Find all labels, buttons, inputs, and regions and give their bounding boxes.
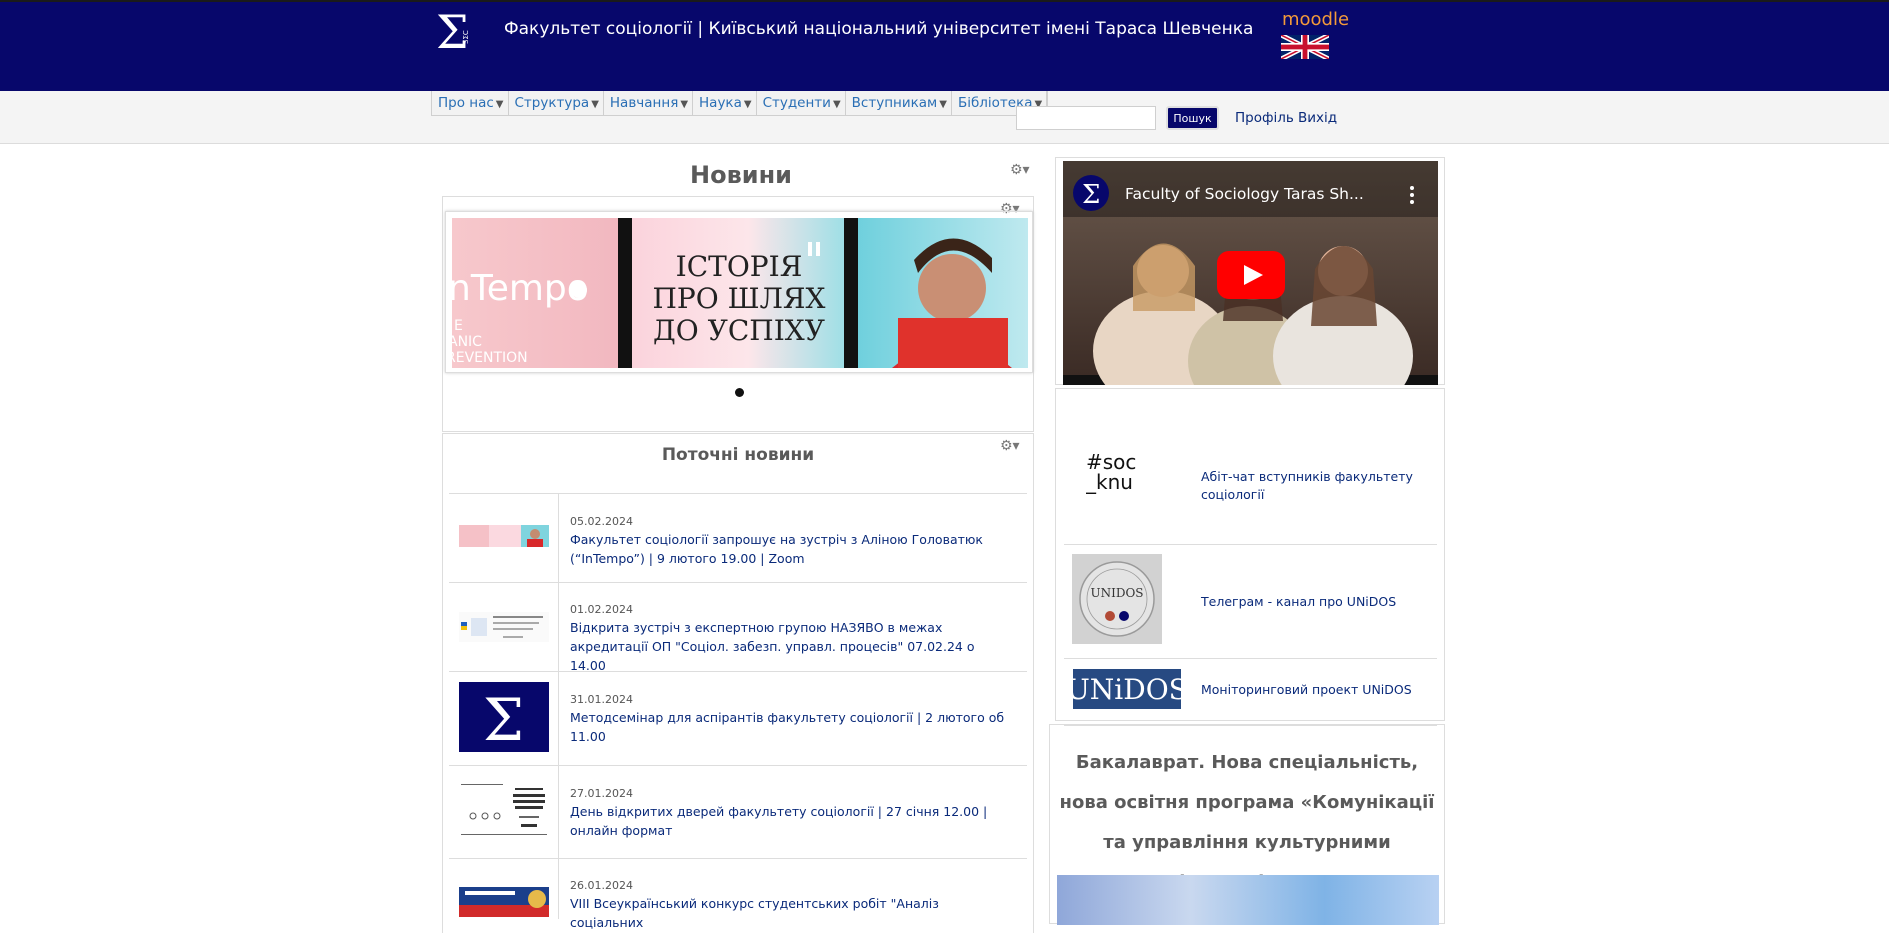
caret-down-icon: ▼ <box>832 99 841 110</box>
channel-avatar-icon[interactable]: Σ <box>1073 175 1109 211</box>
menu-label: Навчання <box>609 95 679 111</box>
current-news-title: Поточні новини <box>661 445 815 465</box>
svg-text:UNIDOS: UNIDOS <box>1090 586 1143 600</box>
caret-down-icon: ▼ <box>680 99 689 110</box>
current-news-block: ⚙▾ Поточні новини 05.02.2024 Факультет с… <box>442 433 1034 933</box>
thumb-cell: Σ <box>449 672 559 765</box>
svg-text:UNiDOS: UNiDOS <box>1073 673 1181 706</box>
program-block: Бакалаврат. Нова спеціальність, нова осв… <box>1049 724 1445 925</box>
svg-text:nTempo: nTempo <box>452 268 589 309</box>
menu-item-structure[interactable]: Структура ▼ <box>509 91 604 115</box>
news-thumbnail[interactable]: Σ <box>459 682 549 752</box>
slider-frame: nTempo E ANIC REVENTION ІСТОРІЯ ПРО ШЛЯХ… <box>445 211 1033 373</box>
menu-item-about[interactable]: Про нас ▼ <box>432 91 509 115</box>
unidos-project-logo[interactable]: UNiDOS <box>1073 669 1181 709</box>
svg-text:Σ: Σ <box>483 686 524 752</box>
soc-knu-logo[interactable]: #soc _knu <box>1086 451 1156 495</box>
caret-down-icon: ▼ <box>591 99 599 110</box>
main-menu: Про нас ▼ Структура ▼ Навчання ▼ Наука ▼ Сту… <box>431 91 1049 116</box>
news-heading: Новини <box>690 161 792 189</box>
menu-item-applicants[interactable]: Вступникам ▼ <box>846 91 952 115</box>
news-thumbnail[interactable] <box>459 782 549 840</box>
program-image[interactable] <box>1057 875 1439 925</box>
logout-link[interactable]: Вихід <box>1298 110 1337 126</box>
slide-image[interactable]: nTempo E ANIC REVENTION ІСТОРІЯ ПРО ШЛЯХ… <box>452 218 1028 368</box>
list-item: 01.02.2024 Відкрита зустріч з експертною… <box>449 583 1027 675</box>
list-item: #soc _knu Абіт-чат вступників факультету… <box>1064 411 1437 545</box>
faculty-logo-icon[interactable]: Σ SΣC <box>434 8 476 54</box>
caret-down-icon: ▼ <box>939 99 947 110</box>
news-thumbnail[interactable] <box>459 525 549 547</box>
news-date: 01.02.2024 <box>570 603 633 616</box>
search-button[interactable]: Пошук <box>1166 106 1219 130</box>
news-link[interactable]: Відкрита зустріч з експертною групою НАЗ… <box>570 618 1009 675</box>
svg-text:ANIC: ANIC <box>452 334 482 350</box>
list-item: 27.01.2024 День відкритих дверей факульт… <box>449 766 1027 859</box>
menu-label: Структура <box>514 95 590 111</box>
news-thumbnail[interactable] <box>459 887 549 917</box>
video-title[interactable]: Faculty of Sociology Taras Sh... <box>1125 185 1364 203</box>
caret-down-icon: ▼ <box>743 99 752 110</box>
thumb-cell <box>449 766 559 858</box>
svg-text:_knu: _knu <box>1086 470 1133 494</box>
slider-dot[interactable] <box>735 388 744 397</box>
svg-text:E: E <box>454 318 463 334</box>
list-item: Σ 31.01.2024 Методсемінар для аспірантів… <box>449 672 1027 766</box>
gear-icon[interactable]: ⚙▾ <box>1010 162 1030 178</box>
uk-flag-icon[interactable] <box>1281 35 1329 59</box>
svg-text:Σ: Σ <box>1082 180 1100 210</box>
news-link[interactable]: День відкритих дверей факультету соціоло… <box>570 802 1009 840</box>
menu-label: Про нас <box>438 95 494 111</box>
thumb-cell <box>449 859 559 919</box>
news-slider: ⚙▾ nTempo E ANIC REVENTION ІСТОРІЯ ПРО Ш… <box>442 196 1034 432</box>
play-button-icon[interactable] <box>1217 251 1285 299</box>
video-block: Σ Faculty of Sociology Taras Sh... <box>1055 157 1445 385</box>
menu-item-science[interactable]: Наука ▼ <box>693 91 757 115</box>
menu-item-students[interactable]: Студенти ▼ <box>757 91 846 115</box>
site-title[interactable]: Факультет соціології | Київський націона… <box>504 19 1253 39</box>
profile-link[interactable]: Профіль <box>1235 110 1294 126</box>
thumb-cell <box>449 583 559 671</box>
svg-text:SΣC: SΣC <box>462 30 470 44</box>
site-header: Σ SΣC Факультет соціології | Київський н… <box>0 0 1889 91</box>
more-options-icon[interactable] <box>1409 185 1415 205</box>
news-date: 27.01.2024 <box>570 787 633 800</box>
list-item: UNIDOS Телеграм - канал про UNiDOS <box>1064 545 1437 659</box>
news-link[interactable]: Методсемінар для аспірантів факультету с… <box>570 708 1009 746</box>
moodle-link[interactable]: moodle <box>1282 9 1349 30</box>
svg-text:ПРО ШЛЯХ: ПРО ШЛЯХ <box>653 282 826 315</box>
menu-label: Студенти <box>762 95 831 111</box>
caret-down-icon: ▼ <box>495 99 504 110</box>
unidos-seal-logo[interactable]: UNIDOS <box>1072 554 1162 644</box>
news-list: 05.02.2024 Факультет соціології запрошує… <box>449 493 1027 930</box>
nav-bar: Про нас ▼ Структура ▼ Навчання ▼ Наука ▼ Сту… <box>0 91 1889 144</box>
news-date: 26.01.2024 <box>570 879 633 892</box>
news-thumbnail[interactable] <box>459 612 549 642</box>
news-date: 05.02.2024 <box>570 515 633 528</box>
list-item: 26.01.2024 VIII Всеукраїнський конкурс с… <box>449 859 1027 930</box>
unidos-monitoring-link[interactable]: Моніторинговий проект UNiDOS <box>1201 681 1421 699</box>
menu-label: Наука <box>699 95 742 111</box>
links-block: #soc _knu Абіт-чат вступників факультету… <box>1055 388 1445 726</box>
list-item: 05.02.2024 Факультет соціології запрошує… <box>449 494 1027 583</box>
youtube-video[interactable]: Σ Faculty of Sociology Taras Sh... <box>1063 161 1438 385</box>
news-link[interactable]: Факультет соціології запрошує на зустріч… <box>570 530 1009 568</box>
news-date: 31.01.2024 <box>570 693 633 706</box>
telegram-unidos-link[interactable]: Телеграм - канал про UNiDOS <box>1201 593 1421 611</box>
svg-text:ІСТОРІЯ: ІСТОРІЯ <box>676 250 803 283</box>
svg-text:ДО УСПІХУ: ДО УСПІХУ <box>653 314 825 347</box>
menu-item-education[interactable]: Навчання ▼ <box>604 91 694 115</box>
menu-label: Вступникам <box>851 95 938 111</box>
search-input[interactable] <box>1016 106 1156 130</box>
abit-chat-link[interactable]: Абіт-чат вступників факультету соціологі… <box>1201 468 1421 504</box>
list-item: UNiDOS Моніторинговий проект UNiDOS <box>1064 659 1437 726</box>
thumb-cell <box>449 494 559 582</box>
news-link[interactable]: VIII Всеукраїнський конкурс студентських… <box>570 894 1009 932</box>
svg-text:REVENTION: REVENTION <box>452 350 528 366</box>
